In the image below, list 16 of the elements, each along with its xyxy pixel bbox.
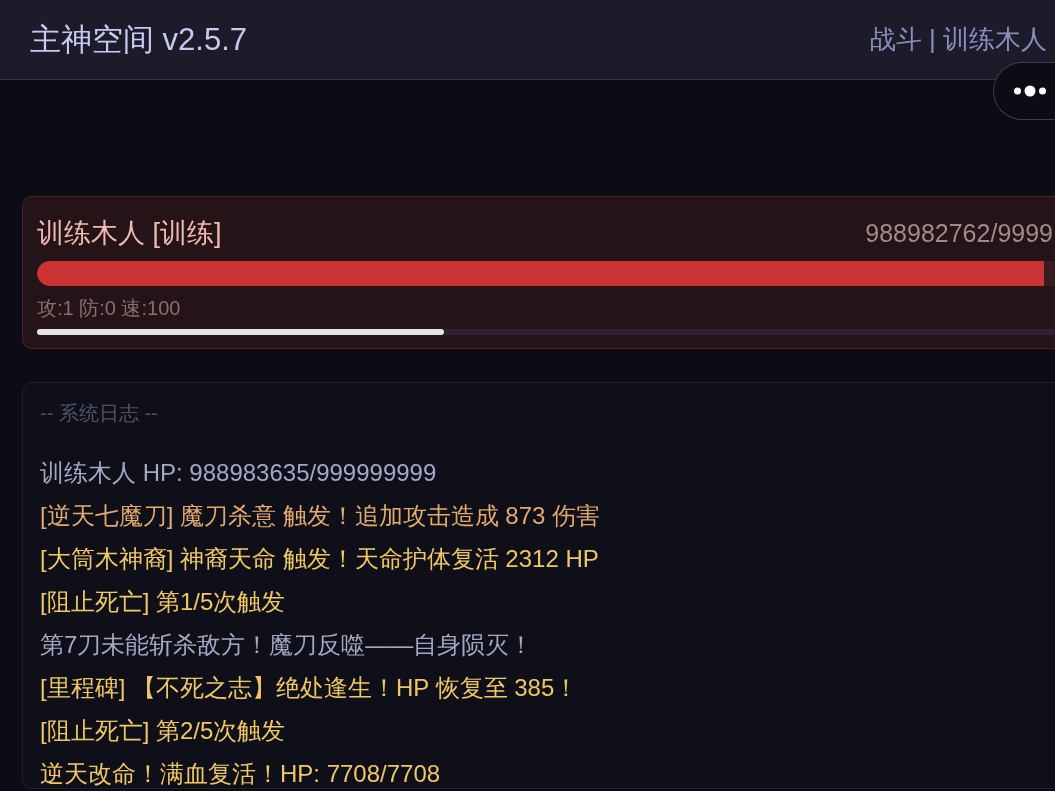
log-line: [阻止死亡] 第2/5次触发 [40,716,286,746]
breadcrumb: 战斗 | 训练木人 [869,23,1047,56]
more-menu-button[interactable] [993,62,1055,120]
log-line: [阻止死亡] 第1/5次触发 [40,587,286,617]
log-line: [逆天七魔刀] 魔刀杀意 触发！追加攻击造成 873 伤害 [40,501,601,531]
enemy-stats: 攻:1 防:0 速:100 [37,296,181,321]
log-line: [里程碑] 【不死之志】绝处逢生！HP 恢复至 385！ [40,673,579,703]
more-dots-icon [1014,85,1046,97]
log-line: 第7刀未能斩杀敌方！魔刀反噬——自身陨灭！ [40,630,534,660]
app-title: 主神空间 v2.5.7 [30,20,248,59]
log-line: 逆天改命！满血复活！HP: 7708/7708 [40,759,441,788]
log-line: 训练木人 HP: 988983635/999999999 [40,458,437,488]
hp-reading: 988982762/9999 [865,218,1053,248]
enemy-name: 训练木人 [训练] [37,217,222,250]
log-title: -- 系统日志 -- [40,401,158,426]
log-line: [大筒木神裔] 神裔天命 触发！天命护体复活 2312 HP [40,544,599,574]
